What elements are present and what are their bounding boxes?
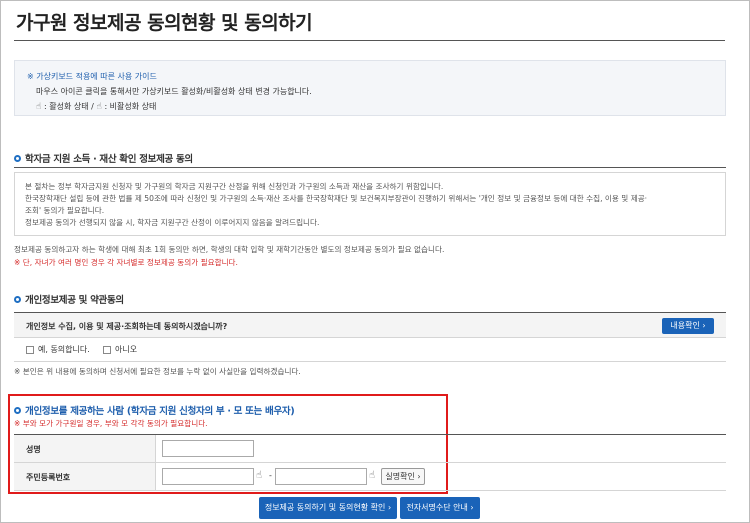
title-divider [14,40,725,41]
consent-text-line: 조회' 동의가 필요합니다. [25,206,105,215]
virtual-keyboard-toggle-icon[interactable]: ☝ [256,470,262,481]
section-provider-heading: 개인정보를 제공하는 사람 (학자금 지원 신청자의 부 · 모 또는 배우자) [14,403,295,417]
section-bullet-icon [14,296,21,303]
rrn-front-input[interactable] [162,468,254,485]
privacy-question-row: 개인정보 수집, 이용 및 제공·조회하는데 동의하시겠습니까? 내용확인 › [14,312,726,338]
hand-pointer-inactive-icon: ☝ [96,102,102,112]
provider-form: 성명 주민등록번호 ☝ - ☝ 실명확인 › [14,434,726,491]
active-state-label: : 활성화 상태 / [44,102,94,111]
consent-note: 정보제공 동의하고자 하는 학생에 대해 최초 1회 동의만 하면, 학생의 대… [14,245,445,254]
virtual-keyboard-guide: ※ 가상키보드 적용에 따른 사용 가이드 마우스 아이콘 클릭을 통해서만 가… [14,60,726,116]
agree-yes-checkbox[interactable] [26,346,34,354]
name-input[interactable] [162,440,254,457]
detail-button[interactable]: 내용확인 › [662,318,714,334]
guide-legend: ☝ : 활성화 상태 / ☝ : 비활성화 상태 [36,101,725,112]
section-subtitle: (학자금 지원 신청자의 부 · 모 또는 배우자) [126,406,295,417]
page-title: 가구원 정보제공 동의현황 및 동의하기 [16,12,313,34]
section-bullet-icon [14,407,21,414]
agree-no-label[interactable]: 아니오 [115,344,137,355]
consent-text-line: 정보제공 동의가 선행되지 않을 시, 학자금 지원구간 산정이 이루어지지 않… [25,218,320,227]
section-bullet-icon [14,155,21,162]
privacy-question: 개인정보 수집, 이용 및 제공·조회하는데 동의하시겠습니까? [26,322,228,331]
verify-name-button[interactable]: 실명확인 › [381,468,425,485]
virtual-keyboard-toggle-icon[interactable]: ☝ [369,470,375,481]
consent-text-line: 본 절차는 정부 학자금지원 신청자 및 가구원의 학자금 지원구간 산정을 위… [25,182,444,191]
section-privacy-heading: 개인정보제공 및 약관동의 [14,292,124,306]
rrn-row: 주민등록번호 ☝ - ☝ 실명확인 › [14,463,726,491]
privacy-note: ※ 본인은 위 내용에 동의하며 신청서에 필요한 정보를 누락 없이 사실만을… [14,367,301,376]
section-title: 학자금 지원 소득 · 재산 확인 정보제공 동의 [25,154,193,165]
hand-pointer-active-icon: ☝ [36,102,42,112]
esign-guide-button[interactable]: 전자서명수단 안내 › [400,497,480,519]
rrn-separator: - [269,471,272,480]
name-row: 성명 [14,435,726,463]
agree-yes-label[interactable]: 예, 동의합니다. [38,344,90,355]
guide-line: 마우스 아이콘 클릭을 통해서만 가상키보드 활성화/비활성화 상태 변경 가능… [36,87,312,96]
name-label: 성명 [14,435,156,462]
rrn-back-input[interactable] [275,468,367,485]
consent-description: 본 절차는 정부 학자금지원 신청자 및 가구원의 학자금 지원구간 산정을 위… [14,172,726,236]
privacy-options-row: 예, 동의합니다. 아니오 [14,338,726,362]
consent-text-line: 한국장학재단 설립 등에 관한 법률 제 50조에 따라 신청인 및 가구원의 … [25,194,648,203]
agree-no-checkbox[interactable] [103,346,111,354]
provider-warning: ※ 부와 모가 가구원일 경우, 부와 모 각각 동의가 필요합니다. [14,419,208,428]
rrn-label: 주민등록번호 [14,463,156,490]
section-income-consent-heading: 학자금 지원 소득 · 재산 확인 정보제공 동의 [14,151,193,165]
consent-warning: ※ 단, 자녀가 여러 명인 경우 각 자녀별로 정보제공 동의가 필요합니다. [14,258,238,267]
consent-status-button[interactable]: 정보제공 동의하기 및 동의현황 확인 › [259,497,397,519]
section-title: 개인정보를 제공하는 사람 [25,406,124,417]
guide-title: ※ 가상키보드 적용에 따른 사용 가이드 [27,72,157,81]
section-divider [14,167,726,168]
inactive-state-label: : 비활성화 상태 [104,102,157,111]
section-title: 개인정보제공 및 약관동의 [25,295,124,306]
